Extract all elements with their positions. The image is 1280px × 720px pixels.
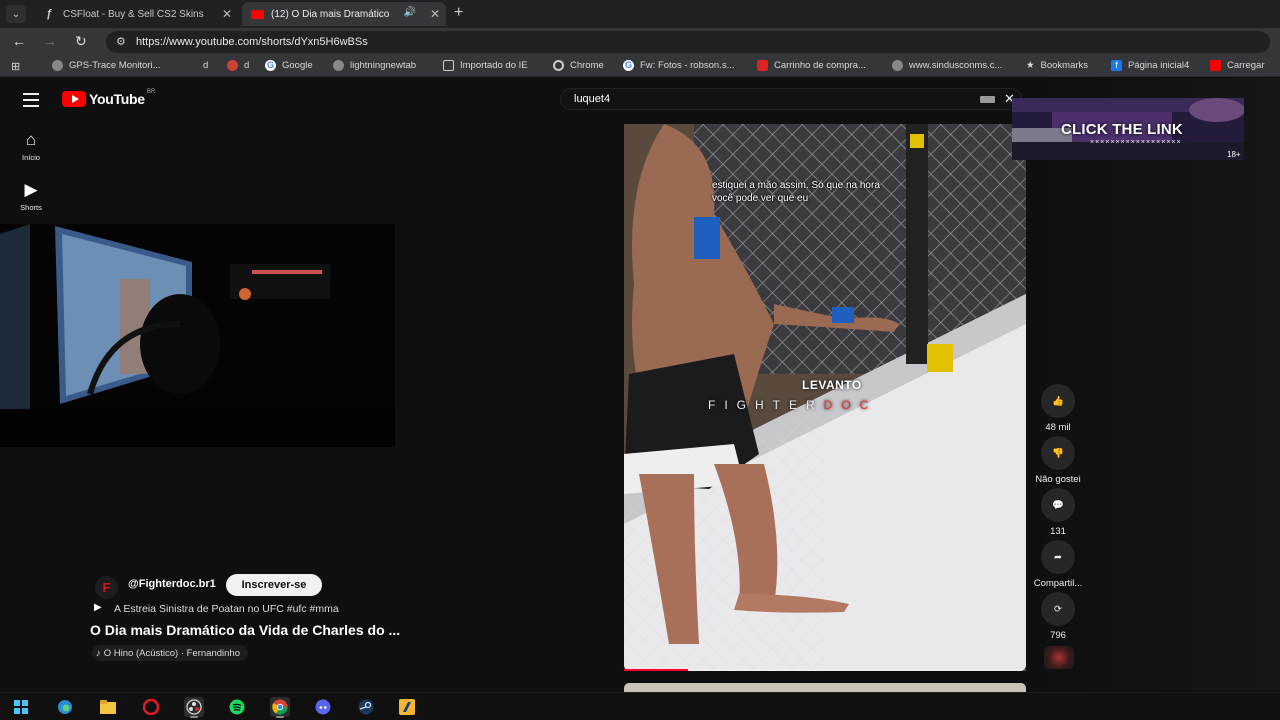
youtube-icon [250, 7, 264, 21]
taskbar-running-indicator [190, 716, 198, 718]
guide-item-inicio[interactable]: ⌂ Início [12, 130, 50, 162]
youtube-icon [1210, 60, 1221, 71]
webcam-overlay [0, 224, 395, 447]
bookmark-chrome[interactable]: Chrome [553, 60, 604, 71]
forward-button[interactable]: → [43, 33, 57, 49]
music-icon [227, 60, 238, 71]
sound-thumbnail[interactable] [1044, 646, 1074, 669]
playlist-link[interactable]: A Estreia Sinistra de Poatan no UFC #ufc… [114, 603, 339, 615]
share-button[interactable]: ➦ Compartil... [1030, 540, 1086, 589]
menu-icon[interactable] [23, 93, 39, 111]
close-icon[interactable]: ✕ [222, 7, 232, 21]
steam-icon[interactable] [356, 697, 376, 717]
tab-title: (12) O Dia mais Dramático [271, 8, 390, 20]
watermark-logo: FIGHTERDOC [708, 398, 878, 412]
site-settings-icon[interactable]: ⚙ [116, 35, 126, 48]
like-button[interactable]: 👍 48 mil [1030, 384, 1086, 433]
globe-icon [52, 60, 63, 71]
chevron-down-icon: ⌄ [11, 8, 21, 20]
bookmark-sindusconms[interactable]: www.sindusconms.c... [892, 60, 1002, 71]
bookmark-google[interactable]: G Google [265, 60, 313, 71]
tab-title: CSFloat - Buy & Sell CS2 Skins [63, 8, 204, 20]
bookmark-d-1[interactable]: d [203, 60, 208, 71]
apps-icon[interactable]: ⊞ [11, 60, 20, 73]
bookmark-lightningnewtab[interactable]: lightningnewtab [333, 60, 416, 71]
country-code: BR [147, 89, 156, 95]
csfloat-icon: ƒ [45, 8, 53, 20]
channel-name[interactable]: @Fighterdoc.br1 [128, 578, 216, 590]
chrome-icon[interactable] [270, 697, 290, 717]
store-icon [757, 60, 768, 71]
youtube-play-icon [62, 91, 86, 107]
file-explorer-icon[interactable] [98, 697, 118, 717]
chrome-icon [553, 60, 564, 71]
speaker-icon[interactable]: 🔊 [404, 7, 416, 18]
webcam-feed-image [0, 224, 395, 447]
bookmark-carregar[interactable]: Carregar [1210, 60, 1265, 71]
search-input[interactable]: luquet4 [560, 88, 1022, 110]
like-icon: 👍 [1041, 384, 1075, 418]
star-icon: ★ [1026, 60, 1035, 71]
globe-icon [333, 60, 344, 71]
music-chip[interactable]: ♪ O Hino (Acústico) · Fernandinho [92, 645, 248, 661]
folder-icon [443, 60, 454, 71]
bookmark-carrinho[interactable]: Carrinho de compra... [757, 60, 866, 71]
ad-headline[interactable]: CLICK THE LINK [1061, 121, 1183, 138]
discord-icon[interactable] [313, 697, 333, 717]
music-note-icon: ♪ [96, 647, 101, 659]
youtube-logo[interactable]: YouTube [62, 91, 145, 107]
remix-button[interactable]: ⟳ 796 [1030, 592, 1086, 641]
address-bar[interactable]: https://www.youtube.com/shorts/dYxn5H6wB… [106, 31, 1270, 53]
video-title[interactable]: O Dia mais Dramático da Vida de Charles … [90, 622, 400, 638]
spotify-icon[interactable] [227, 697, 247, 717]
back-button[interactable]: ← [12, 33, 26, 49]
opera-icon[interactable] [141, 697, 161, 717]
bookmark-d-2[interactable]: d [227, 60, 249, 71]
progress-fill [624, 669, 689, 671]
ad-age-rating: 18+ [1227, 150, 1241, 159]
keyboard-icon[interactable] [980, 96, 995, 103]
dislike-icon: 👎 [1041, 436, 1075, 470]
remix-icon: ⟳ [1041, 592, 1075, 626]
plus-icon: + [454, 4, 464, 21]
dislike-button[interactable]: 👎 Não gostei [1030, 436, 1086, 485]
globe-icon [892, 60, 903, 71]
bookmark-bookmarks[interactable]: ★ Bookmarks [1026, 60, 1088, 71]
tab-youtube[interactable]: (12) O Dia mais Dramático 🔊 ✕ [242, 2, 446, 26]
shorts-icon: ▶ [24, 180, 38, 199]
new-tab-button[interactable]: + [454, 4, 463, 22]
google-icon: G [623, 60, 634, 71]
channel-avatar[interactable]: F [95, 576, 118, 599]
bookmark-gps-trace[interactable]: GPS-Trace Monitori... [52, 60, 161, 71]
bookmark-fw-fotos[interactable]: G Fw: Fotos - robson.s... [623, 60, 735, 71]
windows-icon[interactable] [11, 697, 31, 717]
comment-icon: 💬 [1041, 488, 1075, 522]
video-progress-bar[interactable] [624, 669, 1026, 671]
url-text: https://www.youtube.com/shorts/dYxn5H6wB… [136, 36, 368, 48]
bookmark-pagina-inicial4[interactable]: f Página inicial4 [1111, 60, 1189, 71]
edge-icon[interactable] [55, 697, 75, 717]
ad-decoration: ×××××××××××××××××× [1090, 139, 1182, 146]
playlist-play-icon: ▶ [94, 602, 102, 613]
obs-icon[interactable] [184, 697, 204, 717]
next-short-preview[interactable] [624, 683, 1026, 692]
video-caption: estiquei a mão assim. Só que na hora voc… [712, 180, 880, 204]
tab-csfloat[interactable]: ƒ CSFloat - Buy & Sell CS2 Skins ✕ [34, 2, 238, 26]
app-icon[interactable] [397, 697, 417, 717]
home-icon: ⌂ [25, 130, 37, 149]
comments-button[interactable]: 💬 131 [1030, 488, 1086, 537]
guide-item-shorts[interactable]: ▶ Shorts [12, 180, 50, 212]
google-icon: G [265, 60, 276, 71]
taskbar-running-indicator [276, 716, 284, 718]
share-icon: ➦ [1041, 540, 1075, 574]
tab-search-button[interactable]: ⌄ [6, 5, 26, 23]
reload-button[interactable]: ↻ [75, 33, 87, 50]
watermark-top: LEVANTO [802, 378, 862, 392]
subscribe-button[interactable]: Inscrever-se [226, 574, 322, 596]
facebook-icon: f [1111, 60, 1122, 71]
close-icon[interactable]: ✕ [430, 7, 440, 21]
bookmark-importado-ie[interactable]: Importado do IE [443, 60, 528, 71]
